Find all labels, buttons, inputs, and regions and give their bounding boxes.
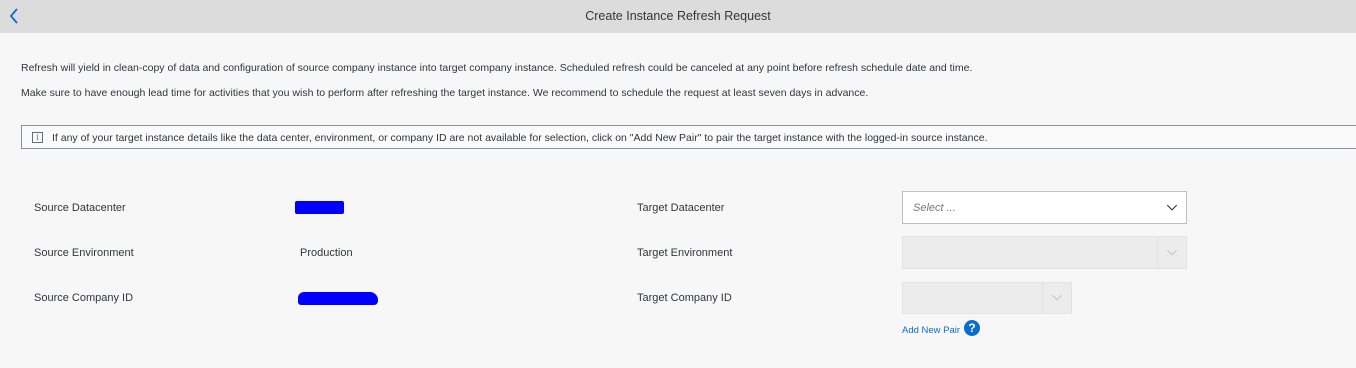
page-title: Create Instance Refresh Request bbox=[585, 9, 771, 23]
intro-text-refresh: Refresh will yield in clean-copy of data… bbox=[21, 62, 973, 74]
target-environment-label: Target Environment bbox=[637, 247, 733, 259]
chevron-down-icon bbox=[1042, 283, 1063, 313]
target-datacenter-placeholder: Select ... bbox=[913, 202, 956, 214]
target-environment-select[interactable] bbox=[902, 236, 1187, 269]
source-company-id-label: Source Company ID bbox=[34, 292, 134, 304]
target-datacenter-label: Target Datacenter bbox=[637, 202, 725, 214]
help-icon[interactable]: ? bbox=[964, 320, 980, 336]
source-company-id-value-redacted bbox=[298, 292, 378, 305]
chevron-down-icon[interactable] bbox=[1158, 192, 1186, 223]
page-header: Create Instance Refresh Request bbox=[0, 0, 1356, 33]
info-message-text: If any of your target instance details l… bbox=[52, 132, 988, 144]
info-icon: i bbox=[32, 132, 43, 143]
target-company-id-select[interactable] bbox=[902, 282, 1072, 314]
source-environment-label: Source Environment bbox=[34, 247, 134, 259]
source-datacenter-label: Source Datacenter bbox=[34, 202, 126, 214]
target-datacenter-select[interactable]: Select ... bbox=[902, 191, 1187, 224]
intro-text-lead-time: Make sure to have enough lead time for a… bbox=[21, 87, 869, 99]
target-company-id-label: Target Company ID bbox=[637, 292, 732, 304]
source-environment-value: Production bbox=[300, 247, 353, 259]
source-datacenter-value-redacted bbox=[295, 201, 344, 214]
info-message-strip: i If any of your target instance details… bbox=[21, 125, 1356, 149]
chevron-down-icon bbox=[1157, 237, 1178, 268]
add-new-pair-link[interactable]: Add New Pair bbox=[902, 325, 960, 336]
